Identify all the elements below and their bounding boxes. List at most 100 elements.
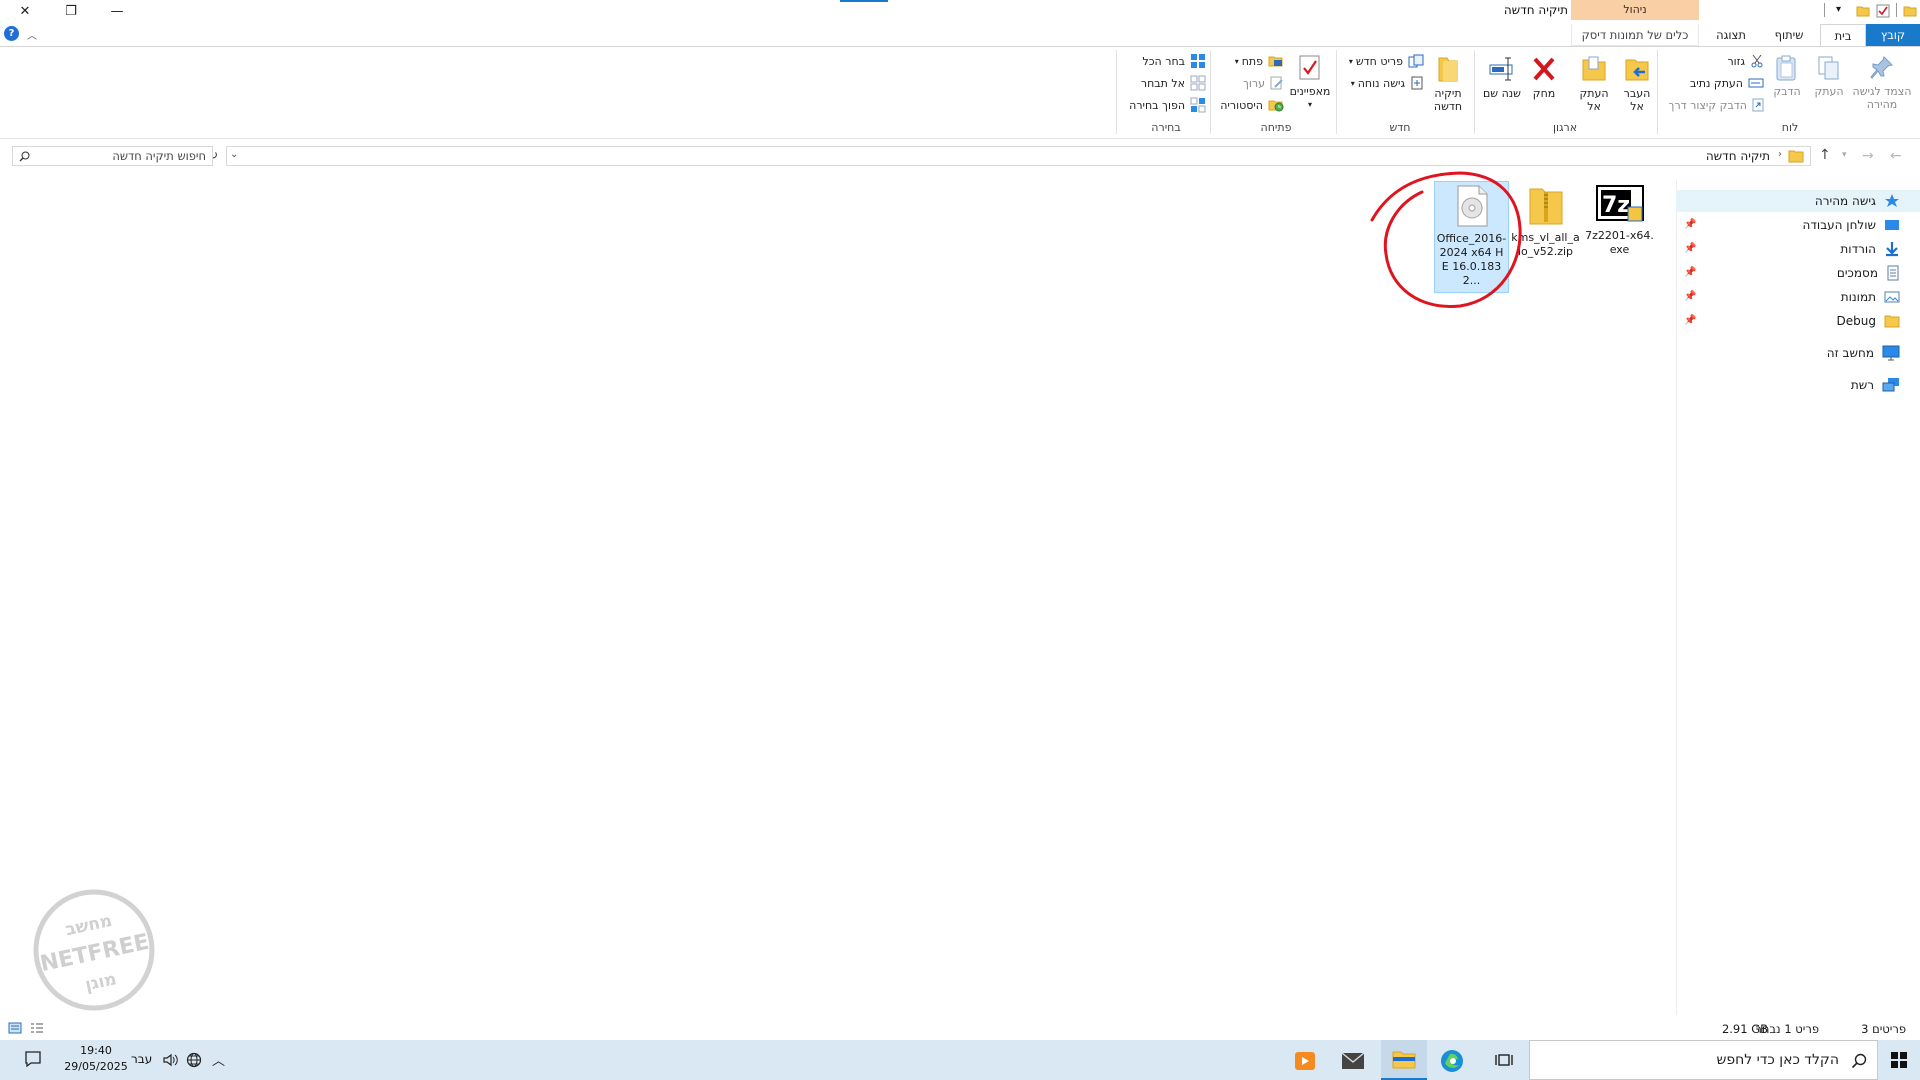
- delete-button[interactable]: מחק: [1526, 54, 1562, 100]
- back-arrow-icon[interactable]: ←: [1890, 148, 1902, 164]
- nav-downloads[interactable]: 📌 הורדות: [1676, 238, 1920, 260]
- taskbar-search-input[interactable]: הקלד כאן כדי לחפש: [1529, 1040, 1878, 1080]
- group-label-select: בחירה: [1151, 121, 1181, 134]
- pin-icon: 📌: [1684, 291, 1697, 302]
- nav-this-pc-label: מחשב זה: [1826, 346, 1874, 360]
- list-view-icon[interactable]: [30, 1022, 44, 1034]
- open-label: פתח: [1241, 54, 1263, 68]
- edit-button[interactable]: ערוך: [1224, 74, 1284, 92]
- nav-debug[interactable]: 📌 Debug: [1676, 310, 1920, 332]
- nav-desktop[interactable]: 📌 שולחן העבודה: [1676, 214, 1920, 236]
- group-label-new: חדש: [1389, 121, 1411, 134]
- ribbon-separator: [1210, 50, 1211, 134]
- address-bar[interactable]: › תיקיה חדשה ⌄ ↻: [208, 146, 1811, 166]
- details-view-icon[interactable]: [8, 1022, 22, 1034]
- task-view-button[interactable]: [1490, 1048, 1518, 1072]
- nav-documents[interactable]: 📌 מסמכים: [1676, 262, 1920, 284]
- up-arrow-icon[interactable]: ↑: [1819, 147, 1831, 163]
- properties-button[interactable]: מאפיינים ▾: [1286, 54, 1334, 111]
- tab-home[interactable]: בית: [1820, 24, 1866, 47]
- nav-quick-access[interactable]: גישה מהירה: [1676, 190, 1920, 212]
- taskbar-clock-date[interactable]: 29/05/2025: [58, 1060, 134, 1073]
- customize-toolbar-chevron-icon[interactable]: ▾: [1836, 4, 1841, 15]
- taskbar-edge-button[interactable]: [1432, 1044, 1472, 1078]
- forward-arrow-icon[interactable]: →: [1862, 148, 1874, 164]
- network-icon: [1882, 378, 1899, 392]
- copy-path-button[interactable]: העתק נתיב: [1650, 74, 1764, 92]
- tab-share[interactable]: שיתוף: [1763, 24, 1815, 46]
- select-none-icon: [1190, 75, 1206, 91]
- tab-view[interactable]: תצוגה: [1706, 24, 1756, 46]
- restore-button[interactable]: ❐: [48, 0, 94, 22]
- dropdown-arrow-icon: ▾: [1307, 100, 1312, 109]
- annotation-circle: [1370, 171, 1522, 308]
- recent-locations-chevron-icon[interactable]: ▾: [1842, 150, 1847, 160]
- close-button[interactable]: ✕: [2, 0, 48, 22]
- select-all-button[interactable]: בחר הכל: [1120, 52, 1206, 70]
- taskbar-media-player-button[interactable]: [1288, 1046, 1322, 1076]
- copy-to-icon: [1582, 56, 1606, 81]
- new-folder-button[interactable]: תיקיה חדשה: [1426, 54, 1470, 113]
- desktop-icon: [1885, 220, 1899, 230]
- ribbon-separator: [1657, 50, 1658, 134]
- invert-selection-button[interactable]: הפוך בחירה: [1120, 96, 1206, 114]
- start-button[interactable]: [1878, 1040, 1920, 1080]
- collapse-ribbon-chevron-icon[interactable]: ︿: [27, 27, 37, 42]
- cut-button[interactable]: גזור: [1650, 52, 1764, 70]
- properties-check-icon: [1299, 55, 1320, 80]
- breadcrumb-chevron-icon[interactable]: ›: [1778, 149, 1782, 160]
- new-folder-icon[interactable]: [1856, 4, 1870, 18]
- language-indicator[interactable]: עבר: [131, 1052, 152, 1066]
- history-button[interactable]: היסטוריה: [1210, 96, 1284, 114]
- new-item-button[interactable]: ▾ פריט חדש: [1340, 52, 1424, 70]
- nav-pictures[interactable]: 📌 תמונות: [1676, 286, 1920, 308]
- select-all-label: בחר הכל: [1142, 54, 1185, 68]
- rename-button[interactable]: שנה שם: [1482, 54, 1522, 100]
- file-item-7zip-exe[interactable]: 7z 7z2201-x64.exe: [1582, 181, 1657, 293]
- star-icon: [1885, 194, 1899, 207]
- properties-icon[interactable]: [1876, 4, 1890, 18]
- breadcrumb[interactable]: תיקיה חדשה: [1706, 149, 1770, 163]
- pin-icon: 📌: [1684, 267, 1697, 278]
- pin-icon: 📌: [1684, 243, 1697, 254]
- search-input[interactable]: חיפוש תיקיה חדשה: [12, 146, 213, 166]
- open-folder-icon: [1268, 56, 1283, 67]
- file-name: 7z2201-x64.exe: [1585, 229, 1654, 256]
- paste-label: הדבק: [1773, 85, 1801, 98]
- minimize-button[interactable]: —: [94, 0, 140, 22]
- paste-icon: [1776, 55, 1796, 81]
- paste-button[interactable]: הדבק: [1768, 54, 1806, 98]
- documents-icon: [1887, 265, 1899, 281]
- pin-quick-access-button[interactable]: הצמד לגישה מהירה: [1852, 54, 1912, 111]
- address-dropdown-chevron-icon[interactable]: ⌄: [230, 149, 238, 160]
- group-label-open: פתיחה: [1260, 121, 1292, 134]
- tab-disc-image-tools[interactable]: כלים של תמונות דיסק: [1571, 24, 1699, 46]
- svg-text:7z: 7z: [1601, 193, 1629, 218]
- open-button[interactable]: ▾ פתח: [1224, 52, 1284, 70]
- show-hidden-icons-chevron-icon[interactable]: ︿: [212, 1050, 225, 1069]
- nav-network-label: רשת: [1850, 378, 1874, 392]
- taskbar-search-placeholder: הקלד כאן כדי לחפש: [1716, 1052, 1839, 1068]
- taskbar-file-explorer-button[interactable]: [1381, 1040, 1427, 1080]
- copy-button[interactable]: העתק: [1809, 54, 1849, 98]
- taskbar-mail-button[interactable]: [1332, 1044, 1374, 1078]
- easy-access-button[interactable]: ▾ גישה נוחה: [1340, 74, 1424, 92]
- nav-network[interactable]: רשת: [1676, 374, 1920, 396]
- action-center-notification-icon[interactable]: [24, 1050, 42, 1068]
- copy-to-button[interactable]: העתק אל: [1574, 54, 1614, 113]
- select-none-button[interactable]: אל תבחר: [1120, 74, 1206, 92]
- select-none-label: אל תבחר: [1140, 76, 1185, 90]
- globe-network-icon[interactable]: [186, 1052, 202, 1068]
- move-to-button[interactable]: העבר אל: [1617, 54, 1657, 113]
- paste-shortcut-button[interactable]: הדבק קיצור דרך: [1650, 96, 1764, 114]
- dropdown-arrow-icon: ▾: [1350, 78, 1355, 88]
- tab-file[interactable]: קובץ: [1866, 24, 1920, 46]
- speaker-volume-icon[interactable]: [162, 1052, 180, 1068]
- nav-this-pc[interactable]: מחשב זה: [1676, 342, 1920, 364]
- windows-logo-icon: [1891, 1052, 1907, 1068]
- taskbar-clock-time[interactable]: 19:40: [74, 1044, 118, 1057]
- dropdown-arrow-icon: ▾: [1348, 56, 1353, 66]
- select-all-icon: [1191, 54, 1205, 68]
- help-icon[interactable]: ?: [4, 26, 19, 41]
- new-item-label: פריט חדש: [1355, 54, 1403, 68]
